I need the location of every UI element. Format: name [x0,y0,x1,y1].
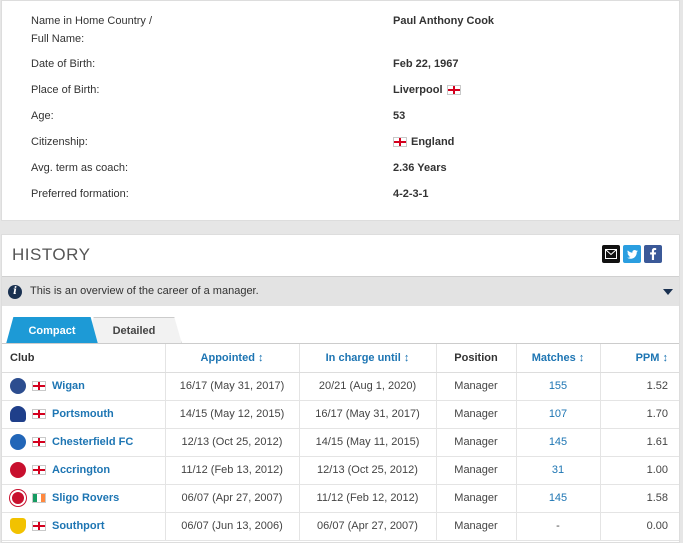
chevron-down-icon[interactable] [663,289,673,295]
ppm-cell: 1.70 [599,400,679,429]
formation-label: Preferred formation: [31,188,129,200]
dob-label: Date of Birth: [31,58,96,70]
col-matches[interactable]: Matches ↕ [515,344,600,373]
matches-link[interactable]: 155 [515,372,600,401]
club-link[interactable]: Accrington [52,464,110,476]
club-link[interactable]: Wigan [52,380,85,392]
position-cell: Manager [435,484,516,513]
name-label: Name in Home Country / Full Name: [31,15,153,45]
appointed-cell: 06/07 (Jun 13, 2006) [164,512,299,541]
citizenship-text: England [411,136,455,148]
england-flag-icon [393,137,407,147]
club-link[interactable]: Chesterfield FC [52,436,133,448]
tab-compact[interactable]: Compact [6,317,98,344]
position-cell: Manager [435,456,516,485]
table-row: Southport 06/07 (Jun 13, 2006) 06/07 (Ap… [2,512,679,541]
matches-link[interactable]: 31 [515,456,600,485]
until-cell: 11/12 (Feb 12, 2012) [298,484,436,513]
table-row: Accrington 11/12 (Feb 13, 2012) 12/13 (O… [2,456,679,485]
dob-value: Feb 22, 1967 [393,58,459,70]
until-cell: 12/13 (Oct 25, 2012) [298,456,436,485]
ppm-cell: 1.58 [599,484,679,513]
position-cell: Manager [435,512,516,541]
ppm-cell: 1.61 [599,428,679,457]
facebook-icon[interactable] [644,245,662,263]
info-icon: i [8,285,22,299]
appointed-cell: 12/13 (Oct 25, 2012) [164,428,299,457]
name-value: Paul Anthony Cook [393,15,495,27]
history-panel: HISTORY i This is an overview of the car… [1,234,680,543]
appointed-cell: 16/17 (May 31, 2017) [164,372,299,401]
col-ppm[interactable]: PPM ↕ [599,344,679,373]
england-flag-icon [32,381,46,391]
sligo-rovers-crest-icon[interactable] [10,490,26,506]
email-icon[interactable] [602,245,620,263]
chesterfield-crest-icon[interactable] [10,434,26,450]
pob-label: Place of Birth: [31,84,100,96]
matches-link[interactable]: 107 [515,400,600,429]
col-position: Position [435,344,516,373]
manager-profile-panel: Name in Home Country / Full Name: Paul A… [1,0,680,221]
citizenship-label: Citizenship: [31,136,88,148]
ppm-cell: 1.52 [599,372,679,401]
wigan-crest-icon[interactable] [10,378,26,394]
accrington-crest-icon[interactable] [10,462,26,478]
term-value: 2.36 Years [393,162,447,174]
until-cell: 20/21 (Aug 1, 2020) [298,372,436,401]
southport-crest-icon[interactable] [10,518,26,534]
position-cell: Manager [435,372,516,401]
appointed-cell: 14/15 (May 12, 2015) [164,400,299,429]
table-row: Sligo Rovers 06/07 (Apr 27, 2007) 11/12 … [2,484,679,513]
ppm-cell: 0.00 [599,512,679,541]
tab-detailed[interactable]: Detailed [86,317,182,344]
matches-link[interactable]: 145 [515,484,600,513]
age-value: 53 [393,110,406,122]
table-row: Portsmouth 14/15 (May 12, 2015) 16/17 (M… [2,400,679,429]
history-table: Club Appointed ↕ In charge until ↕ Posit… [2,344,679,541]
england-flag-icon [446,85,461,95]
matches-cell: - [515,512,600,541]
table-row: Chesterfield FC 12/13 (Oct 25, 2012) 14/… [2,428,679,457]
appointed-cell: 11/12 (Feb 13, 2012) [164,456,299,485]
term-label: Avg. term as coach: [31,162,129,174]
ireland-flag-icon [32,493,46,503]
history-title: HISTORY [12,245,91,264]
england-flag-icon [32,409,46,419]
club-link[interactable]: Southport [52,520,105,532]
formation-value: 4-2-3-1 [393,188,429,200]
age-label: Age: [31,110,54,122]
until-cell: 06/07 (Apr 27, 2007) [298,512,436,541]
col-in-charge-until[interactable]: In charge until ↕ [298,344,436,373]
citizenship-value: England [393,133,454,151]
appointed-cell: 06/07 (Apr 27, 2007) [164,484,299,513]
twitter-icon[interactable] [623,245,641,263]
club-link[interactable]: Sligo Rovers [52,492,119,504]
england-flag-icon [32,437,46,447]
until-cell: 16/17 (May 31, 2017) [298,400,436,429]
notice-text: This is an overview of the career of a m… [30,285,259,297]
col-appointed[interactable]: Appointed ↕ [164,344,299,373]
position-cell: Manager [435,428,516,457]
club-link[interactable]: Portsmouth [52,408,114,420]
portsmouth-crest-icon[interactable] [10,406,26,422]
england-flag-icon [32,465,46,475]
ppm-cell: 1.00 [599,456,679,485]
england-flag-icon [32,521,46,531]
position-cell: Manager [435,400,516,429]
matches-link[interactable]: 145 [515,428,600,457]
history-notice-bar[interactable]: i This is an overview of the career of a… [2,276,679,306]
pob-value: Liverpool [393,81,461,99]
pob-text: Liverpool [393,84,443,96]
until-cell: 14/15 (May 11, 2015) [298,428,436,457]
table-row: Wigan 16/17 (May 31, 2017) 20/21 (Aug 1,… [2,372,679,401]
col-club: Club [2,344,165,373]
table-header-row: Club Appointed ↕ In charge until ↕ Posit… [2,344,679,373]
